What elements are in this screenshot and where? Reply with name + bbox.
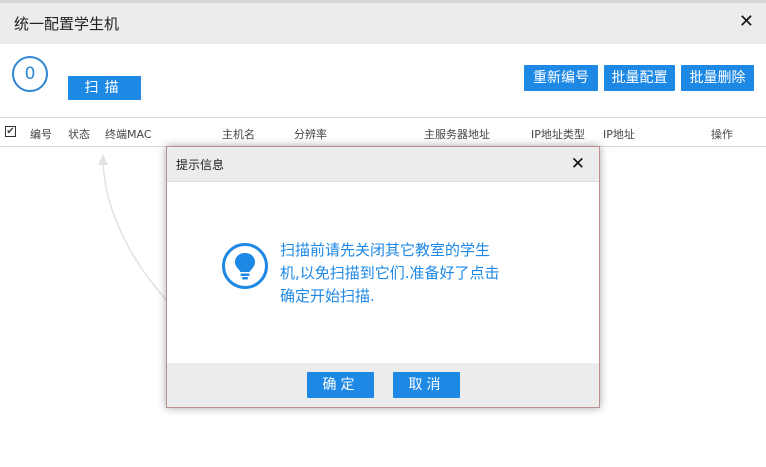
dialog-message-line: 机,以免扫描到它们.准备好了点击 xyxy=(280,264,500,282)
dialog-title: 提示信息 xyxy=(176,158,225,172)
table-header: ✔ 编号 状态 终端MAC 主机名 分辨率 主服务器地址 IP地址类型 IP地址… xyxy=(0,117,766,147)
column-header-server-address: 主服务器地址 xyxy=(424,128,490,141)
dialog-header: 提示信息 ✕ xyxy=(167,147,599,182)
window-close-icon[interactable]: ✕ xyxy=(739,11,754,32)
column-header-mac: 终端MAC xyxy=(105,128,152,141)
prompt-dialog: 提示信息 ✕ 扫描前请先关闭其它教室的学生 机,以免扫描到它们.准备好了点击 确… xyxy=(166,146,600,408)
window-title: 统一配置学生机 xyxy=(14,15,120,33)
column-header-status: 状态 xyxy=(68,128,90,141)
dialog-message-line: 扫描前请先关闭其它教室的学生 xyxy=(280,241,491,259)
confirm-button[interactable]: 确定 xyxy=(307,372,374,398)
column-header-resolution: 分辨率 xyxy=(294,128,327,141)
column-header-number: 编号 xyxy=(30,128,52,141)
column-header-hostname: 主机名 xyxy=(222,128,255,141)
renumber-button[interactable]: 重新编号 xyxy=(524,65,598,91)
dialog-footer: 确定 取消 xyxy=(167,363,599,407)
column-header-ip-type: IP地址类型 xyxy=(531,128,585,141)
scan-hint-arrow-curve xyxy=(102,161,169,303)
student-count-badge: 0 xyxy=(12,56,48,92)
batch-delete-button[interactable]: 批量删除 xyxy=(681,65,754,91)
column-header-ip-address: IP地址 xyxy=(603,128,635,141)
column-header-actions: 操作 xyxy=(711,128,733,141)
lightbulb-icon xyxy=(222,243,268,289)
select-all-checkbox[interactable]: ✔ xyxy=(5,126,16,137)
window-titlebar: 统一配置学生机 ✕ xyxy=(0,0,766,44)
scan-hint-arrow-head xyxy=(98,154,108,165)
batch-config-button[interactable]: 批量配置 xyxy=(604,65,675,91)
dialog-message-line: 确定开始扫描. xyxy=(280,287,375,305)
cancel-button[interactable]: 取消 xyxy=(393,372,460,398)
dialog-close-icon[interactable]: ✕ xyxy=(571,154,585,174)
dialog-message: 扫描前请先关闭其它教室的学生 机,以免扫描到它们.准备好了点击 确定开始扫描. xyxy=(280,239,560,308)
scan-button[interactable]: 扫描 xyxy=(68,76,141,100)
